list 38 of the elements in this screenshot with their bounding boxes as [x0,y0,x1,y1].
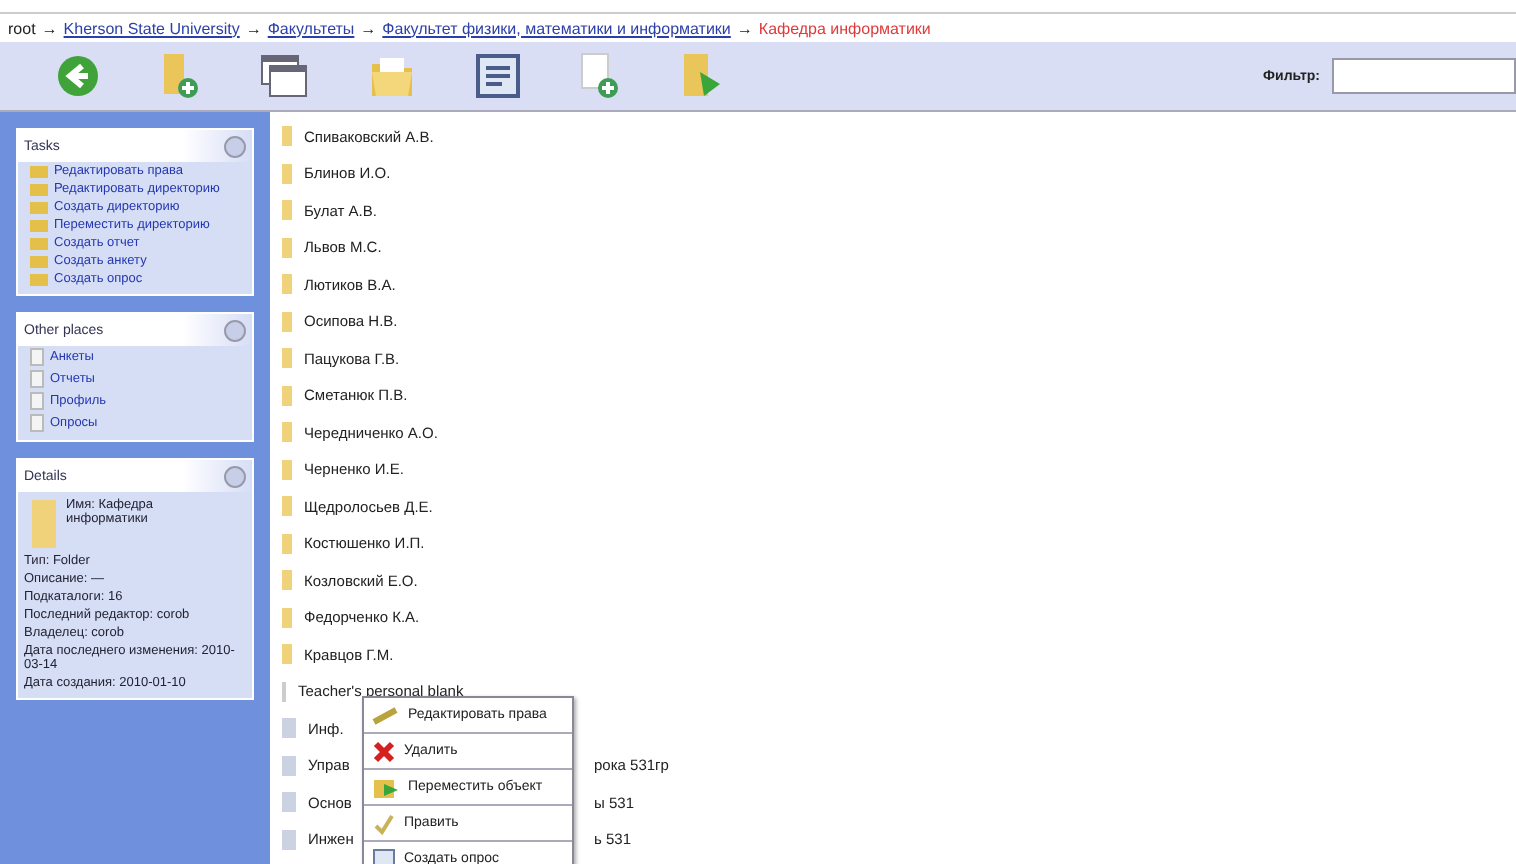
breadcrumb-link[interactable]: Факультет физики, математики и информатики [382,19,731,37]
breadcrumb-link[interactable]: Факультеты [267,19,355,37]
folder-icon [282,200,292,221]
pencil-icon [372,705,400,725]
folder-icon [30,498,58,550]
folder-arrow-icon[interactable] [680,52,724,100]
folder-icon [282,311,292,332]
breadcrumb-current: Кафедра информатики [758,19,931,37]
folder-icon [282,496,292,517]
check-icon [372,811,396,835]
breadcrumb-link[interactable]: Kherson State University [63,19,240,37]
folder-icon [282,570,292,591]
folder-icon [282,274,292,295]
folder-icon[interactable] [368,54,416,98]
filter-field[interactable] [1332,58,1516,94]
folder-icon [282,126,292,147]
breadcrumb-item[interactable]: root [8,19,36,37]
delete-icon [372,739,396,763]
back-icon[interactable] [56,54,100,98]
breadcrumb-separator: → [245,19,262,37]
folder-icon [282,533,292,554]
folder-icon [282,422,292,443]
folder-icon [282,385,292,406]
collapse-icon[interactable] [224,465,246,487]
folder-icon [282,459,292,480]
folder-icon [282,644,292,665]
breadcrumb-separator: → [360,19,377,37]
folder-icon [282,607,292,628]
folder-icon [282,163,292,184]
folder-icon [282,237,292,258]
collapse-icon[interactable] [224,319,246,341]
folder-icon [282,348,292,369]
folder-add-icon[interactable] [160,52,200,100]
collapse-icon[interactable] [224,135,246,157]
page-add-icon[interactable] [580,52,620,100]
breadcrumb-separator: → [41,19,58,37]
window-icon[interactable] [260,54,308,98]
breadcrumb-separator: → [736,19,753,37]
